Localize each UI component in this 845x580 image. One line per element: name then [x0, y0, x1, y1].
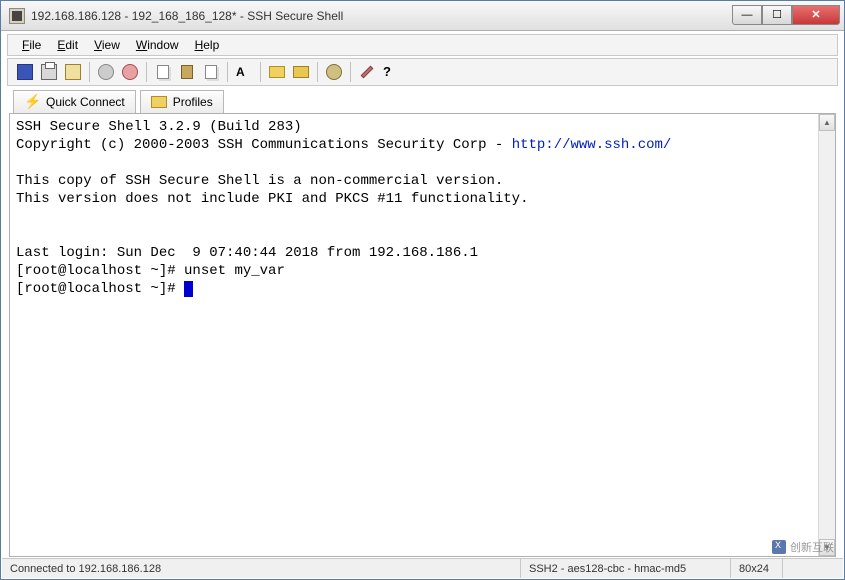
- save-button[interactable]: [14, 61, 36, 83]
- connect-button[interactable]: [95, 61, 117, 83]
- toolbar-separator: [260, 62, 261, 82]
- quick-connect-label: Quick Connect: [46, 95, 125, 109]
- new-ftp-button[interactable]: [290, 61, 312, 83]
- toolbar-separator: [227, 62, 228, 82]
- menu-window[interactable]: Window: [128, 36, 187, 54]
- app-icon: [9, 8, 25, 24]
- watermark: 创新互联: [772, 539, 834, 555]
- tabbar: ⚡ Quick Connect Profiles: [7, 88, 838, 116]
- menu-help[interactable]: Help: [187, 36, 228, 54]
- paste-icon: [181, 65, 193, 79]
- connect-icon: [98, 64, 114, 80]
- copy-button[interactable]: [152, 61, 174, 83]
- terminal[interactable]: SSH Secure Shell 3.2.9 (Build 283) Copyr…: [9, 113, 836, 557]
- mail-icon: [65, 64, 81, 80]
- profiles-tab[interactable]: Profiles: [140, 90, 224, 114]
- notice-line-2: This version does not include PKI and PK…: [16, 191, 528, 207]
- prompt-1: [root@localhost ~]#: [16, 263, 184, 279]
- last-login-line: Last login: Sun Dec 9 07:40:44 2018 from…: [16, 245, 478, 261]
- terminal-cursor: [184, 281, 193, 297]
- watermark-icon: [772, 540, 786, 554]
- close-button[interactable]: ✕: [792, 5, 840, 25]
- notice-line-1: This copy of SSH Secure Shell is a non-c…: [16, 173, 503, 189]
- command-1: unset my_var: [184, 263, 285, 279]
- colors-button[interactable]: [356, 61, 378, 83]
- cut-icon: [205, 65, 217, 79]
- print-button[interactable]: [38, 61, 60, 83]
- scroll-up-button[interactable]: ▲: [819, 114, 835, 131]
- toolbar-separator: [350, 62, 351, 82]
- menu-view[interactable]: View: [86, 36, 128, 54]
- window-controls: — ☐ ✕: [732, 7, 840, 25]
- settings-button[interactable]: [323, 61, 345, 83]
- toolbar: A ?: [7, 58, 838, 86]
- maximize-button[interactable]: ☐: [762, 5, 792, 25]
- banner-line-2: Copyright (c) 2000-2003 SSH Communicatio…: [16, 137, 512, 153]
- statusbar: Connected to 192.168.186.128 SSH2 - aes1…: [2, 558, 843, 578]
- titlebar: 192.168.186.128 - 192_168_186_128* - SSH…: [1, 1, 844, 31]
- mail-button[interactable]: [62, 61, 84, 83]
- new-terminal-button[interactable]: [266, 61, 288, 83]
- terminal-icon: [269, 66, 285, 78]
- toolbar-separator: [317, 62, 318, 82]
- find-button[interactable]: A: [233, 61, 255, 83]
- toolbar-separator: [146, 62, 147, 82]
- menu-edit[interactable]: Edit: [49, 36, 86, 54]
- folder-icon: [151, 96, 167, 108]
- prompt-2: [root@localhost ~]#: [16, 281, 184, 297]
- minimize-button[interactable]: —: [732, 5, 762, 25]
- watermark-text: 创新互联: [790, 539, 834, 555]
- menubar: File Edit View Window Help: [7, 34, 838, 56]
- save-icon: [17, 64, 33, 80]
- ssh-url-link[interactable]: http://www.ssh.com/: [512, 137, 672, 153]
- scrollbar[interactable]: ▲ ▼: [818, 114, 835, 556]
- profiles-label: Profiles: [173, 95, 213, 109]
- quick-connect-tab[interactable]: ⚡ Quick Connect: [13, 90, 136, 114]
- status-cipher: SSH2 - aes128-cbc - hmac-md5: [521, 559, 731, 578]
- status-spare: [783, 559, 843, 578]
- paste-button[interactable]: [176, 61, 198, 83]
- window-title: 192.168.186.128 - 192_168_186_128* - SSH…: [31, 9, 732, 23]
- disconnect-button[interactable]: [119, 61, 141, 83]
- bolt-icon: ⚡: [24, 94, 40, 110]
- cut-button[interactable]: [200, 61, 222, 83]
- status-connection: Connected to 192.168.186.128: [2, 559, 521, 578]
- print-icon: [41, 64, 57, 80]
- toolbar-separator: [89, 62, 90, 82]
- ftp-icon: [293, 66, 309, 78]
- find-icon: A: [236, 64, 252, 80]
- banner-line-1: SSH Secure Shell 3.2.9 (Build 283): [16, 119, 302, 135]
- status-size: 80x24: [731, 559, 783, 578]
- help-button[interactable]: ?: [380, 61, 402, 83]
- gear-icon: [326, 64, 342, 80]
- help-icon: ?: [383, 64, 399, 80]
- menu-file[interactable]: File: [14, 36, 49, 54]
- brush-icon: [361, 66, 374, 79]
- copy-icon: [157, 65, 169, 79]
- disconnect-icon: [122, 64, 138, 80]
